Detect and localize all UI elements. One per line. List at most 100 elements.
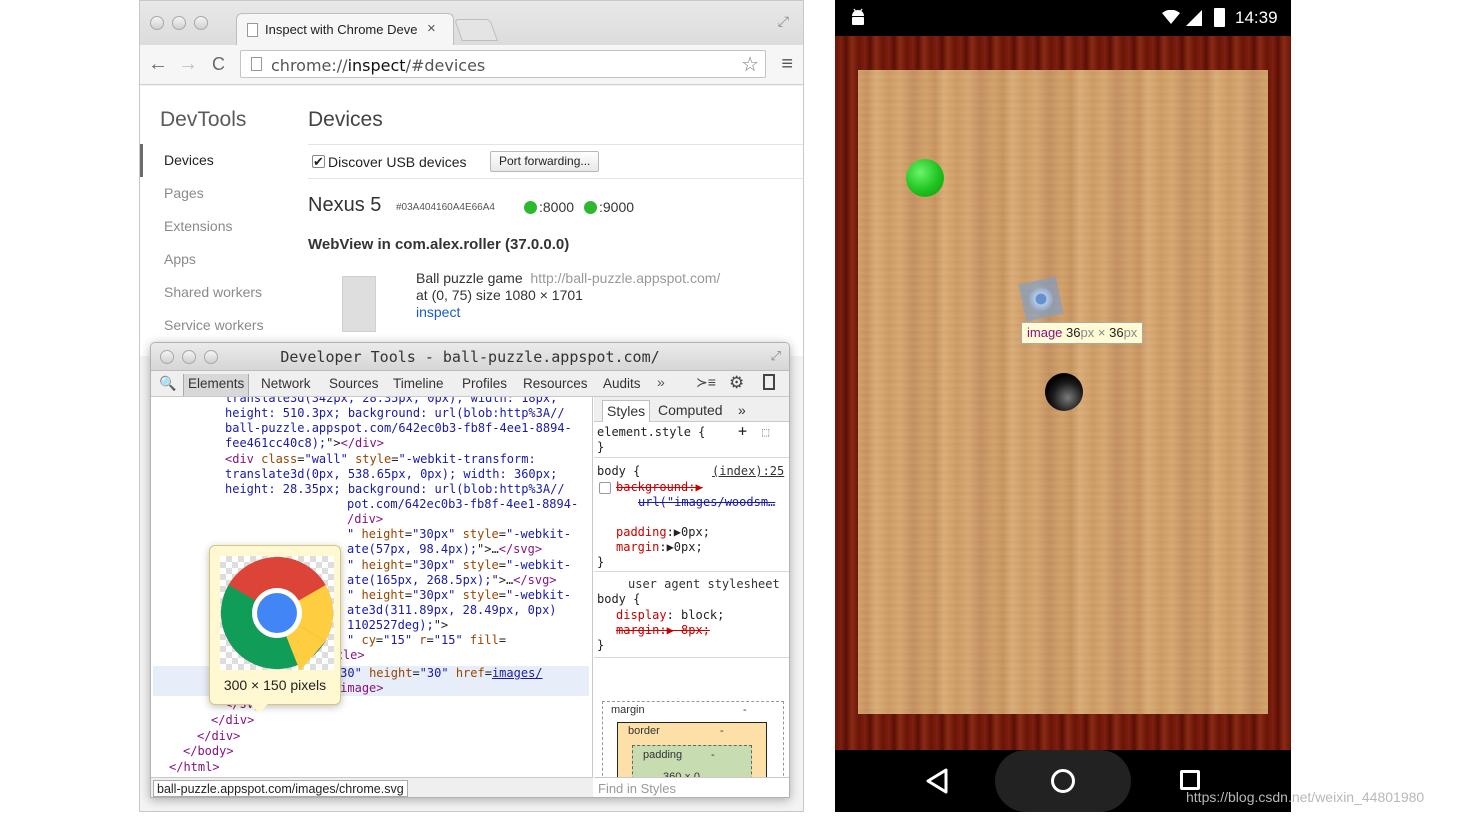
more-styles-tabs-icon[interactable]: » bbox=[734, 400, 750, 422]
style-rule-close: } bbox=[597, 555, 605, 569]
gear-icon[interactable]: ⚙ bbox=[729, 373, 744, 393]
sidebar-item-shared-workers[interactable]: Shared workers bbox=[164, 284, 262, 300]
sidebar-item-devices[interactable]: Devices bbox=[164, 152, 214, 168]
code-line[interactable]: " height="30px" style="-webkit- bbox=[347, 588, 571, 603]
find-in-styles-input[interactable]: Find in Styles bbox=[594, 777, 789, 797]
devtools-titlebar: Developer Tools - ball-puzzle.appspot.co… bbox=[151, 343, 789, 371]
menu-icon[interactable]: ≡ bbox=[781, 53, 793, 76]
code-line[interactable]: 1102527deg);"> bbox=[347, 618, 448, 633]
style-rule-body-ua[interactable]: body { bbox=[597, 592, 640, 607]
port-forwarding-button[interactable]: Port forwarding... bbox=[490, 151, 600, 172]
signal-icon bbox=[1186, 10, 1202, 26]
reload-button[interactable]: C bbox=[212, 54, 225, 75]
tab-timeline[interactable]: Timeline bbox=[393, 376, 444, 391]
style-property-background[interactable]: background:▶ bbox=[616, 480, 703, 495]
sidebar-item-extensions[interactable]: Extensions bbox=[164, 218, 232, 234]
minimize-window-button[interactable] bbox=[172, 16, 186, 30]
code-line[interactable]: ate(57px, 98.4px);">…</svg> bbox=[347, 542, 542, 557]
style-property-display[interactable]: display: block; bbox=[616, 608, 724, 623]
fullscreen-icon[interactable]: ⤢ bbox=[778, 13, 789, 30]
new-tab-button[interactable] bbox=[453, 19, 499, 41]
code-line[interactable]: height: 28.35px; background: url(blob:ht… bbox=[225, 482, 565, 497]
tab-sources[interactable]: Sources bbox=[329, 376, 379, 391]
recents-icon[interactable] bbox=[1180, 770, 1200, 790]
style-rule-element[interactable]: element.style { bbox=[597, 425, 705, 440]
code-line[interactable]: <div class="wall" style="-webkit-transfo… bbox=[225, 452, 536, 467]
code-line[interactable]: </div> bbox=[197, 729, 240, 744]
style-value-background[interactable]: url("images/woodsm… bbox=[638, 495, 775, 510]
code-line[interactable]: height: 510.3px; background: url(blob:ht… bbox=[225, 406, 565, 421]
style-property-margin[interactable]: margin:▶0px; bbox=[616, 540, 703, 555]
element-size-tooltip: image 36px × 36px bbox=[1021, 322, 1144, 344]
tab-computed[interactable]: Computed bbox=[654, 400, 727, 422]
dock-side-icon[interactable] bbox=[763, 374, 775, 390]
tab-styles[interactable]: Styles bbox=[602, 400, 651, 422]
code-line[interactable]: " cy="15" r="15" fill= bbox=[347, 633, 506, 648]
popover-arrow bbox=[250, 704, 268, 713]
styles-tab-bar: Styles Computed » bbox=[594, 397, 789, 422]
zoom-window-button[interactable] bbox=[194, 16, 208, 30]
page-geometry: at (0, 75) size 1080 × 1701 bbox=[416, 287, 583, 303]
port-status-9000: :9000 bbox=[584, 199, 634, 215]
image-dimensions: 300 × 150 pixels bbox=[223, 677, 327, 693]
box-model-padding-value: - bbox=[711, 749, 715, 761]
battery-icon bbox=[1214, 8, 1225, 27]
code-line[interactable]: translate3d(0px, 538.65px, 0px); width: … bbox=[225, 467, 557, 482]
close-window-button[interactable] bbox=[150, 16, 164, 30]
home-icon[interactable] bbox=[1051, 769, 1075, 793]
code-line[interactable]: " height="30px" style="-webkit- bbox=[347, 527, 571, 542]
code-line[interactable]: ate(165px, 268.5px);">…</svg> bbox=[347, 573, 557, 588]
code-line[interactable]: ball-puzzle.appspot.com/642ec0b3-fb8f-4e… bbox=[225, 421, 572, 436]
style-source-link[interactable]: (index):25 bbox=[712, 464, 784, 479]
tab-network[interactable]: Network bbox=[261, 376, 311, 391]
back-button[interactable]: ← bbox=[148, 53, 168, 76]
code-line[interactable]: </body> bbox=[183, 744, 234, 759]
code-line[interactable]: </div> bbox=[211, 713, 254, 728]
inspect-page: DevTools Devices Pages Extensions Apps S… bbox=[140, 86, 803, 356]
address-bar[interactable]: chrome://inspect/#devices ☆ bbox=[240, 50, 766, 78]
tab-inspect[interactable]: Inspect with Chrome Deve × bbox=[236, 13, 454, 45]
more-tabs-icon[interactable]: » bbox=[657, 374, 665, 390]
game-board[interactable]: image 36px × 36px bbox=[858, 70, 1268, 714]
code-line[interactable]: translate3d(342px, 28.35px, 0px); width:… bbox=[225, 397, 557, 406]
console-drawer-icon[interactable]: ≻≡ bbox=[696, 374, 716, 391]
style-property-margin-ua[interactable]: margin:▶ 8px; bbox=[616, 623, 710, 638]
divider bbox=[308, 144, 803, 145]
code-line[interactable]: " height="30px" style="-webkit- bbox=[347, 558, 571, 573]
sidebar-item-apps[interactable]: Apps bbox=[164, 251, 196, 267]
sidebar-title: DevTools bbox=[160, 108, 247, 131]
android-debug-icon bbox=[852, 8, 864, 25]
code-line[interactable]: /div> bbox=[347, 512, 383, 527]
tab-resources[interactable]: Resources bbox=[523, 376, 588, 391]
android-status-bar: 14:39 bbox=[835, 0, 1291, 36]
sidebar-item-service-workers[interactable]: Service workers bbox=[164, 317, 264, 333]
url-text[interactable]: chrome://inspect/#devices bbox=[271, 56, 485, 75]
property-checkbox[interactable] bbox=[599, 482, 611, 494]
style-property-padding[interactable]: padding:▶0px; bbox=[616, 525, 710, 540]
element-state-icon[interactable]: ⬚ bbox=[762, 425, 769, 440]
bookmark-star-icon[interactable]: ☆ bbox=[741, 52, 759, 77]
green-ball[interactable] bbox=[906, 159, 944, 197]
inspect-link[interactable]: inspect bbox=[416, 304, 460, 320]
discover-usb-checkbox[interactable]: ✔ bbox=[312, 155, 325, 168]
forward-button[interactable]: → bbox=[178, 53, 198, 76]
tab-audits[interactable]: Audits bbox=[603, 376, 641, 391]
sidebar-item-pages[interactable]: Pages bbox=[164, 185, 204, 201]
code-line[interactable]: pot.com/642ec0b3-fb8f-4ee1-8894- bbox=[347, 497, 578, 512]
chrome-logo-icon bbox=[220, 557, 334, 670]
search-icon[interactable]: 🔍 bbox=[159, 375, 176, 392]
status-dot-icon bbox=[584, 201, 597, 214]
tab-close-icon[interactable]: × bbox=[427, 20, 436, 37]
elements-tree[interactable]: translate3d(342px, 28.35px, 0px); width:… bbox=[151, 397, 593, 777]
add-rule-icon[interactable]: + bbox=[738, 424, 747, 439]
code-line[interactable]: </html> bbox=[169, 760, 220, 775]
code-line[interactable]: ate3d(311.89px, 28.49px, 0px) bbox=[347, 603, 557, 618]
tab-elements[interactable]: Elements bbox=[183, 374, 250, 396]
fullscreen-icon[interactable]: ⤢ bbox=[771, 348, 781, 364]
code-line[interactable]: fee461cc40c8);"></div> bbox=[225, 436, 384, 451]
style-rule-body[interactable]: body { bbox=[597, 464, 640, 479]
back-icon[interactable] bbox=[925, 768, 949, 794]
discover-usb-label[interactable]: Discover USB devices bbox=[328, 154, 467, 170]
tab-profiles[interactable]: Profiles bbox=[462, 376, 507, 391]
breadcrumb[interactable]: ball-puzzle.appspot.com/images/chrome.sv… bbox=[153, 780, 408, 797]
